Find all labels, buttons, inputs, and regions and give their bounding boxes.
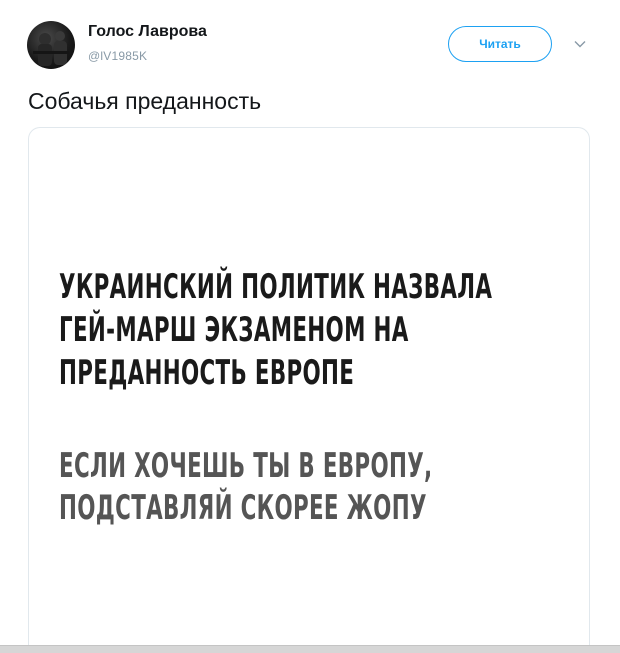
headline-line: ПРЕДАННОСТЬ ЕВРОПЕ xyxy=(59,353,355,393)
follow-button[interactable]: Читать xyxy=(448,26,552,62)
author-handle[interactable]: @lV1985K xyxy=(88,49,147,63)
avatar[interactable] xyxy=(27,21,75,69)
tweet-text: Собачья преданность xyxy=(28,88,262,114)
headline-line: УКРАИНСКИЙ ПОЛИТИК НАЗВАЛА xyxy=(59,267,493,307)
chevron-down-icon[interactable] xyxy=(574,38,586,50)
author-name[interactable]: Голос Лаврова xyxy=(88,23,207,41)
tweet-media-image[interactable]: УКРАИНСКИЙ ПОЛИТИК НАЗВАЛА ГЕЙ-МАРШ ЭКЗА… xyxy=(28,127,590,647)
media-subline: ЕСЛИ ХОЧЕШЬ ТЫ В ЕВРОПУ, ПОДСТАВЛЯЙ СКОР… xyxy=(59,445,433,529)
headline-line: ГЕЙ-МАРШ ЭКЗАМЕНОМ НА xyxy=(59,310,409,350)
subline-line: ЕСЛИ ХОЧЕШЬ ТЫ В ЕВРОПУ, xyxy=(59,446,433,486)
media-headline: УКРАИНСКИЙ ПОЛИТИК НАЗВАЛА ГЕЙ-МАРШ ЭКЗА… xyxy=(59,266,493,395)
subline-line: ПОДСТАВЛЯЙ СКОРЕЕ ЖОПУ xyxy=(59,488,427,528)
avatar-photo-icon xyxy=(33,31,69,66)
tweet-header: Голос Лаврова @lV1985K Читать xyxy=(0,0,620,90)
